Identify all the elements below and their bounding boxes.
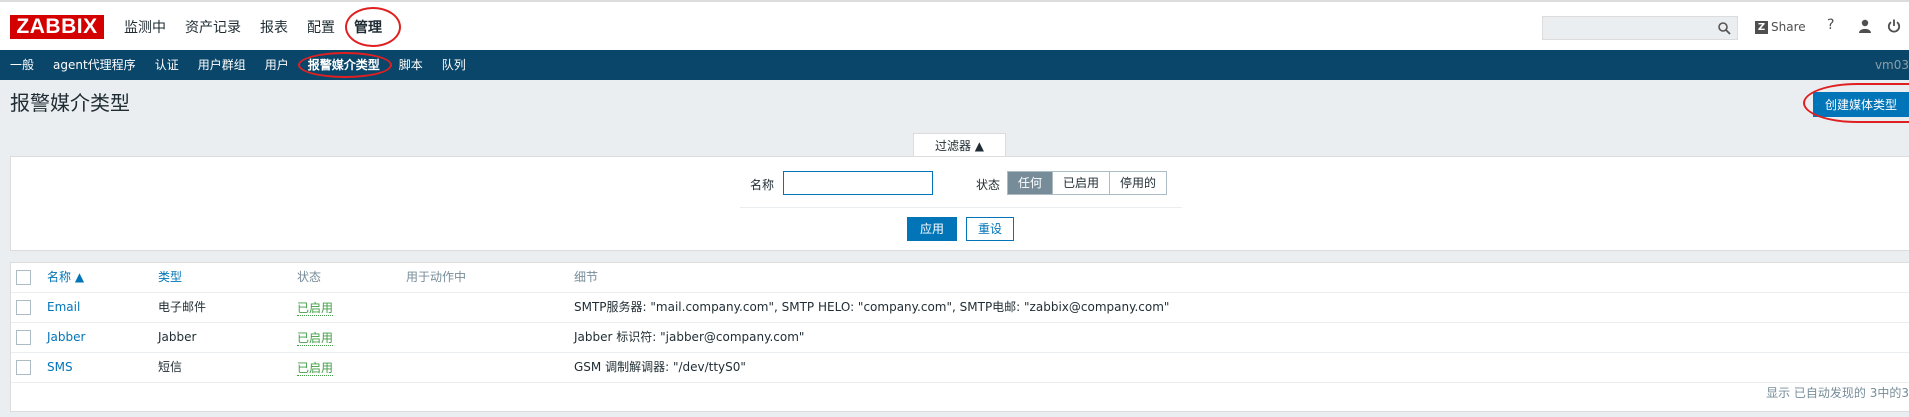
- menu-reports[interactable]: 报表: [260, 2, 288, 52]
- submenu-media-types[interactable]: 报警媒介类型: [308, 50, 380, 80]
- main-menu: 监测中 资产记录 报表 配置 管理: [124, 2, 401, 52]
- column-header-status: 状态: [297, 270, 322, 284]
- status-option-enabled[interactable]: 已启用: [1053, 172, 1111, 194]
- filter-name-label: 名称: [750, 178, 775, 192]
- column-header-name[interactable]: 名称 ▲: [47, 263, 84, 292]
- submenu-authentication[interactable]: 认证: [155, 50, 179, 80]
- help-icon[interactable]: ?: [1827, 17, 1834, 33]
- apply-button[interactable]: 应用: [907, 217, 957, 241]
- column-header-type[interactable]: 类型: [158, 263, 182, 292]
- table-row: Email 电子邮件 已启用 SMTP服务器: "mail.company.co…: [11, 293, 1909, 323]
- media-type-type: 短信: [158, 360, 183, 374]
- sub-menu-bar: 一般 agent代理程序 认证 用户群组 用户 报警媒介类型 脚本 队列 vm0…: [0, 50, 1909, 80]
- user-profile-icon[interactable]: [1858, 19, 1872, 33]
- filter-tab[interactable]: 过滤器 ▲: [913, 133, 1006, 157]
- page-title: 报警媒介类型: [10, 91, 130, 115]
- filter-name-input[interactable]: [783, 171, 933, 195]
- top-bar: ZABBIX 监测中 资产记录 报表 配置 管理 Z Share ?: [0, 0, 1909, 50]
- submenu-proxies[interactable]: agent代理程序: [53, 50, 136, 80]
- submenu-general[interactable]: 一般: [10, 50, 34, 80]
- page-header: 报警媒介类型 创建媒体类型: [0, 80, 1909, 126]
- search-icon[interactable]: [1718, 22, 1731, 35]
- menu-administration[interactable]: 管理: [354, 2, 382, 52]
- row-checkbox[interactable]: [16, 330, 31, 345]
- sub-menu: 一般 agent代理程序 认证 用户群组 用户 报警媒介类型 脚本 队列: [10, 50, 485, 80]
- reset-button[interactable]: 重设: [966, 217, 1014, 241]
- table-row: SMS 短信 已启用 GSM 调制解调器: "/dev/ttyS0": [11, 353, 1909, 383]
- media-type-details: SMTP服务器: "mail.company.com", SMTP HELO: …: [574, 300, 1170, 314]
- status-option-any[interactable]: 任何: [1008, 172, 1054, 194]
- column-header-used-in-actions: 用于动作中: [406, 270, 467, 284]
- submenu-queue[interactable]: 队列: [442, 50, 466, 80]
- status-toggle[interactable]: 已启用: [297, 331, 334, 346]
- media-type-name-link[interactable]: SMS: [47, 353, 73, 382]
- menu-configuration[interactable]: 配置: [307, 2, 335, 52]
- filter-divider: [740, 207, 1182, 208]
- search-input[interactable]: [1542, 16, 1738, 40]
- share-button[interactable]: Z Share: [1755, 19, 1806, 35]
- media-type-details: GSM 调制解调器: "/dev/ttyS0": [574, 360, 746, 374]
- row-checkbox[interactable]: [16, 300, 31, 315]
- table-summary: 显示 已自动发现的 3中的3: [1766, 386, 1909, 400]
- filter-status-label: 状态: [976, 178, 1001, 192]
- table-row: Jabber Jabber 已启用 Jabber 标识符: "jabber@co…: [11, 323, 1909, 353]
- submenu-users[interactable]: 用户: [265, 50, 289, 80]
- media-type-type: Jabber: [158, 330, 197, 344]
- status-toggle[interactable]: 已启用: [297, 301, 334, 316]
- media-types-table: 名称 ▲ 类型 状态 用于动作中 细节 Email 电子邮件 已启用 SMTP服…: [10, 262, 1909, 412]
- status-toggle[interactable]: 已启用: [297, 361, 334, 376]
- power-icon[interactable]: [1887, 19, 1901, 33]
- submenu-scripts[interactable]: 脚本: [399, 50, 423, 80]
- filter-panel: [10, 156, 1909, 251]
- status-option-disabled[interactable]: 停用的: [1110, 172, 1167, 194]
- zabbix-logo[interactable]: ZABBIX: [10, 15, 104, 39]
- server-name: vm03: [1874, 58, 1909, 72]
- create-media-type-button[interactable]: 创建媒体类型: [1813, 92, 1909, 117]
- menu-monitoring[interactable]: 监测中: [124, 2, 166, 52]
- menu-inventory[interactable]: 资产记录: [185, 2, 241, 52]
- row-checkbox[interactable]: [16, 360, 31, 375]
- zabbix-share-icon: Z: [1755, 20, 1768, 34]
- media-type-details: Jabber 标识符: "jabber@company.com": [574, 330, 805, 344]
- submenu-user-groups[interactable]: 用户群组: [198, 50, 246, 80]
- filter-status-segmented: 任何 已启用 停用的: [1007, 171, 1168, 195]
- media-type-name-link[interactable]: Email: [47, 293, 80, 322]
- select-all-checkbox[interactable]: [16, 270, 31, 285]
- media-type-type: 电子邮件: [158, 300, 207, 314]
- column-header-details: 细节: [574, 270, 599, 284]
- media-type-name-link[interactable]: Jabber: [47, 323, 85, 352]
- table-header-row: 名称 ▲ 类型 状态 用于动作中 细节: [11, 263, 1909, 293]
- share-label: Share: [1771, 20, 1806, 34]
